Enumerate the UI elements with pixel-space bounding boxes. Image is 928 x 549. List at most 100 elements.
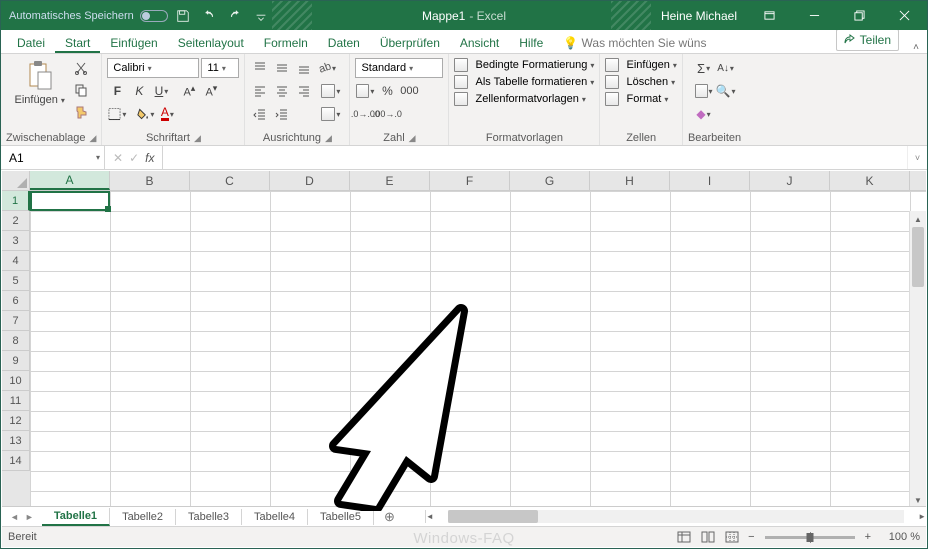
formula-input[interactable] [163,146,907,169]
horizontal-scrollbar[interactable]: ◄ ► [425,510,926,523]
tab-insert[interactable]: Einfügen [100,32,167,53]
format-cells-button[interactable]: Format▾ [605,92,677,106]
accounting-format-button[interactable]: ▾ [355,81,375,101]
scrollbar-thumb[interactable] [912,227,924,287]
restore-button[interactable] [837,1,882,30]
redo-button[interactable] [224,5,246,27]
save-button[interactable] [172,5,194,27]
tab-review[interactable]: Überprüfen [370,32,450,53]
sheet-tab[interactable]: Tabelle1 [42,508,110,526]
fill-button[interactable]: ▾ [694,81,714,101]
column-header[interactable]: B [110,171,190,190]
scroll-right-button[interactable]: ► [918,512,926,521]
decrease-indent-button[interactable] [250,104,270,124]
enter-formula-button[interactable]: ✓ [129,151,139,165]
row-header[interactable]: 9 [2,351,30,371]
tab-data[interactable]: Daten [318,32,370,53]
row-header[interactable]: 2 [2,211,30,231]
zoom-level[interactable]: 100 % [875,531,920,543]
active-cell[interactable] [30,191,110,211]
tab-page-layout[interactable]: Seitenlayout [168,32,254,53]
clear-button[interactable]: ◆▾ [694,104,714,124]
format-as-table-button[interactable]: Als Tabelle formatieren▾ [454,75,594,89]
column-header[interactable]: A [30,171,110,190]
autosum-button[interactable]: Σ▾ [694,58,714,78]
align-center-button[interactable] [272,81,292,101]
align-middle-button[interactable] [272,58,292,78]
align-top-button[interactable] [250,58,270,78]
normal-view-button[interactable] [672,528,696,546]
format-painter-button[interactable] [71,102,91,122]
wrap-text-button[interactable]: ▾ [317,81,344,101]
insert-function-button[interactable]: fx [145,151,154,165]
tab-view[interactable]: Ansicht [450,32,509,53]
comma-format-button[interactable]: 000 [399,81,419,101]
align-left-button[interactable] [250,81,270,101]
close-button[interactable] [882,1,927,30]
row-header[interactable]: 6 [2,291,30,311]
sort-filter-button[interactable]: A↓▾ [716,58,736,78]
row-header[interactable]: 5 [2,271,30,291]
undo-button[interactable] [198,5,220,27]
find-select-button[interactable]: 🔍▾ [716,81,736,101]
insert-cells-button[interactable]: Einfügen▾ [605,58,677,72]
tab-help[interactable]: Hilfe [509,32,553,53]
autosave-toggle[interactable]: Automatisches Speichern [9,10,168,22]
scroll-left-button[interactable]: ◄ [426,512,434,521]
align-right-button[interactable] [294,81,314,101]
vertical-scrollbar[interactable]: ▲ ▼ [909,211,926,508]
column-header[interactable]: E [350,171,430,190]
bold-button[interactable]: F [107,81,127,101]
borders-button[interactable]: ▾ [107,104,127,124]
zoom-out-button[interactable]: − [744,531,758,543]
column-header[interactable]: H [590,171,670,190]
underline-button[interactable]: U▾ [151,81,171,101]
copy-button[interactable] [71,80,91,100]
sheet-tab[interactable]: Tabelle3 [176,509,242,525]
page-layout-view-button[interactable] [696,528,720,546]
fill-color-button[interactable]: ▾ [135,104,155,124]
sheet-tab[interactable]: Tabelle4 [242,509,308,525]
cell-styles-button[interactable]: Zellenformatvorlagen▾ [454,92,594,106]
row-header[interactable]: 13 [2,431,30,451]
increase-font-button[interactable]: A▴ [179,81,199,101]
row-header[interactable]: 14 [2,451,30,471]
row-header[interactable]: 7 [2,311,30,331]
row-header[interactable]: 3 [2,231,30,251]
name-box[interactable]: A1▾ [1,146,105,169]
increase-indent-button[interactable] [272,104,292,124]
tell-me-search[interactable]: 💡 Was möchten Sie wüns [553,32,716,53]
sheet-tab[interactable]: Tabelle2 [110,509,176,525]
decrease-font-button[interactable]: A▾ [201,81,221,101]
tab-start[interactable]: Start [55,32,100,53]
row-header[interactable]: 10 [2,371,30,391]
sheet-nav-next[interactable]: ► [25,512,34,522]
cut-button[interactable] [71,58,91,78]
merge-center-button[interactable]: ▾ [317,104,344,124]
scroll-up-button[interactable]: ▲ [910,211,926,227]
align-bottom-button[interactable] [294,58,314,78]
row-header[interactable]: 11 [2,391,30,411]
minimize-button[interactable] [792,1,837,30]
row-header[interactable]: 12 [2,411,30,431]
row-header[interactable]: 4 [2,251,30,271]
percent-format-button[interactable]: % [377,81,397,101]
decrease-decimal-button[interactable]: .00→.0 [377,104,397,124]
font-color-button[interactable]: A▾ [157,104,177,124]
tab-formulas[interactable]: Formeln [254,32,318,53]
sheet-nav-prev[interactable]: ◄ [10,512,19,522]
font-size-select[interactable]: 11▾ [201,58,239,78]
delete-cells-button[interactable]: Löschen▾ [605,75,677,89]
zoom-in-button[interactable]: + [861,531,875,543]
row-header[interactable]: 8 [2,331,30,351]
paste-button[interactable]: Einfügen▾ [11,58,67,108]
share-button[interactable]: Teilen [836,29,899,51]
number-dialog-launcher[interactable]: ◢ [409,133,416,144]
column-header[interactable]: J [750,171,830,190]
font-name-select[interactable]: Calibri▾ [107,58,199,78]
column-header[interactable]: K [830,171,910,190]
row-header[interactable]: 1 [2,191,30,211]
qat-customize-button[interactable] [250,5,272,27]
cancel-formula-button[interactable]: ✕ [113,151,123,165]
italic-button[interactable]: K [129,81,149,101]
